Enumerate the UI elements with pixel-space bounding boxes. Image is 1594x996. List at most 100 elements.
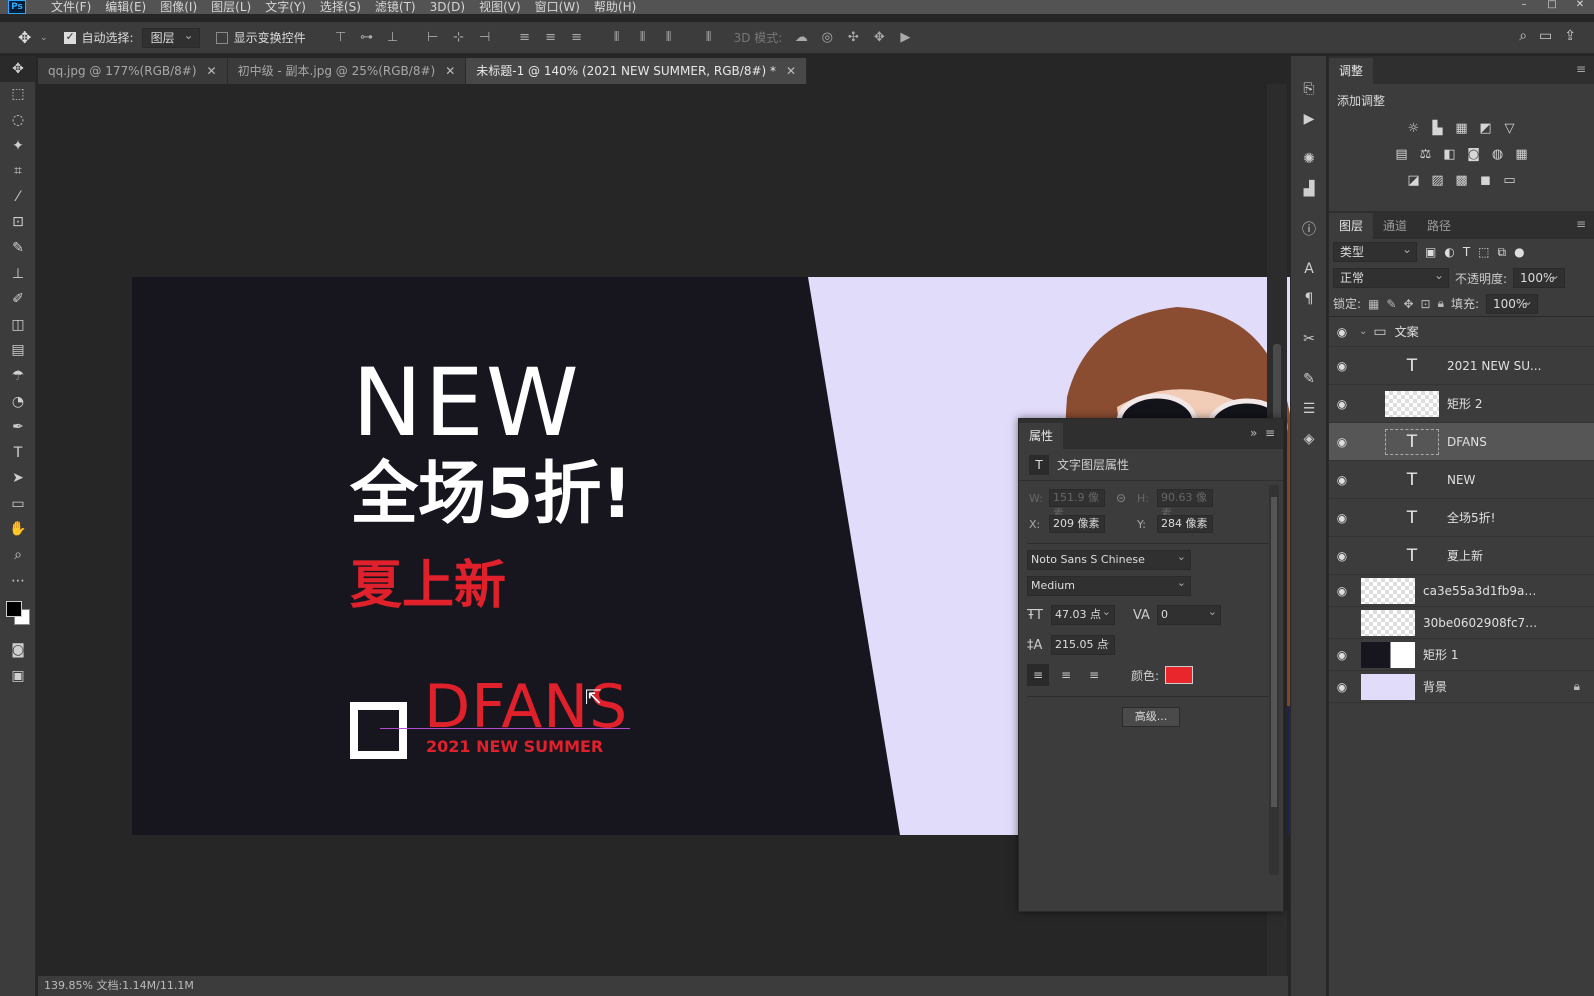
tracking-field[interactable]: 0 bbox=[1157, 603, 1221, 625]
distribute-left-icon[interactable]: ⫴ bbox=[604, 28, 630, 48]
paragraph-icon[interactable]: ¶ bbox=[1291, 284, 1327, 314]
screen-mode-icon[interactable]: ▣ bbox=[0, 663, 36, 689]
info-icon[interactable]: ⓘ bbox=[1291, 214, 1327, 244]
invert-icon[interactable]: ◪ bbox=[1405, 173, 1423, 188]
type-tool-icon[interactable]: T bbox=[0, 440, 36, 466]
orbit-3d-icon[interactable]: ☁ bbox=[788, 28, 814, 48]
color-swatches[interactable] bbox=[0, 593, 36, 637]
levels-icon[interactable]: ▙ bbox=[1429, 121, 1447, 136]
eyedropper-tool-icon[interactable]: ⁄ bbox=[0, 184, 36, 210]
eye-icon[interactable]: ◉ bbox=[1329, 648, 1355, 662]
menu-image[interactable]: 图像(I) bbox=[153, 0, 204, 14]
more-tools-icon[interactable]: ⋯ bbox=[0, 568, 36, 594]
roll-3d-icon[interactable]: ◎ bbox=[814, 28, 840, 48]
tab-adjustments[interactable]: 调整 bbox=[1329, 58, 1374, 84]
slide-3d-icon[interactable]: ✥ bbox=[866, 28, 892, 48]
move-tool-icon[interactable]: ✥ bbox=[0, 56, 36, 82]
vibrance-icon[interactable]: ▽ bbox=[1501, 121, 1519, 136]
close-icon[interactable]: ✕ bbox=[1566, 0, 1594, 14]
panel-menu-icon[interactable]: ≡ bbox=[1576, 217, 1586, 231]
lock-artboard-icon[interactable]: ⊡ bbox=[1421, 297, 1431, 311]
align-left-icon[interactable]: ⊢ bbox=[420, 28, 446, 48]
hue-saturation-icon[interactable]: ▤ bbox=[1393, 147, 1411, 162]
advanced-button[interactable]: 高级... bbox=[1122, 707, 1180, 727]
layer-row[interactable]: ◉ 矩形 1 bbox=[1329, 639, 1594, 671]
layer-row-background[interactable]: ◉ 背景 🔒︎ bbox=[1329, 671, 1594, 703]
align-top-icon[interactable]: ⊤ bbox=[328, 28, 354, 48]
menu-file[interactable]: 文件(F) bbox=[44, 0, 98, 14]
eye-icon[interactable]: ◉ bbox=[1329, 325, 1355, 339]
brightness-icon[interactable]: ☼ bbox=[1405, 121, 1423, 136]
y-field[interactable]: 284 像素 bbox=[1157, 515, 1213, 533]
brush-tool-icon[interactable]: ✎ bbox=[0, 235, 36, 261]
eye-icon[interactable]: ◉ bbox=[1329, 680, 1355, 694]
brush-settings-icon[interactable]: ✎ bbox=[1291, 364, 1327, 394]
eye-icon[interactable]: ◉ bbox=[1329, 473, 1355, 487]
menu-3d[interactable]: 3D(D) bbox=[423, 0, 472, 14]
actions-icon[interactable]: ▶ bbox=[1291, 104, 1327, 134]
tab-layers[interactable]: 图层 bbox=[1329, 213, 1374, 239]
width-field[interactable]: 151.9 像素 bbox=[1049, 489, 1105, 520]
panel-menu-icon[interactable]: ≡ bbox=[1576, 62, 1586, 76]
distribute-top-icon[interactable]: ≡ bbox=[512, 28, 538, 48]
distribute-right-icon[interactable]: ⫴ bbox=[656, 28, 682, 48]
magic-wand-tool-icon[interactable]: ✦ bbox=[0, 133, 36, 159]
layer-row[interactable]: ◉ T 全场5折! bbox=[1329, 499, 1594, 537]
crop-tool-icon[interactable]: ⌗ bbox=[0, 158, 36, 184]
font-style-dropdown[interactable]: Medium bbox=[1027, 574, 1191, 596]
photo-filter-icon[interactable]: ◙ bbox=[1465, 147, 1483, 162]
fill-field[interactable]: 100% bbox=[1486, 292, 1539, 314]
exposure-icon[interactable]: ◩ bbox=[1477, 121, 1495, 136]
font-size-field[interactable]: 47.03 点 bbox=[1051, 603, 1115, 625]
align-vcenter-icon[interactable]: ⊶ bbox=[354, 28, 380, 48]
quick-mask-icon[interactable]: ◙ bbox=[0, 637, 36, 663]
hand-tool-icon[interactable]: ✋ bbox=[0, 517, 36, 543]
align-right-icon[interactable]: ≡ bbox=[1083, 664, 1105, 686]
filter-smart-icon[interactable]: ⧉ bbox=[1498, 245, 1507, 260]
filter-shape-icon[interactable]: ⬚ bbox=[1478, 245, 1489, 259]
auto-select-checkbox[interactable] bbox=[63, 30, 76, 44]
collapse-menu-icon[interactable]: » ≡ bbox=[1250, 426, 1275, 440]
align-right-icon[interactable]: ⊣ bbox=[472, 28, 498, 48]
smudge-tool-icon[interactable]: ☂ bbox=[0, 363, 36, 389]
auto-select-dropdown[interactable]: 图层 bbox=[141, 26, 200, 48]
distribute-vcenter-icon[interactable]: ≡ bbox=[538, 28, 564, 48]
tools-settings-icon[interactable]: ✂ bbox=[1291, 324, 1327, 354]
search-icon[interactable]: ⌕ bbox=[1519, 28, 1527, 44]
layer-row[interactable]: ◉ 矩形 2 bbox=[1329, 385, 1594, 423]
tab-untitled[interactable]: 未标题-1 @ 140% (2021 NEW SUMMER, RGB/8#) *… bbox=[466, 58, 808, 84]
color-lookup-icon[interactable]: ▦ bbox=[1513, 147, 1531, 162]
text-color-swatch[interactable] bbox=[1165, 666, 1194, 684]
histogram-icon[interactable]: ▟ bbox=[1291, 174, 1327, 204]
threshold-icon[interactable]: ▩ bbox=[1453, 173, 1471, 188]
lock-pixels-icon[interactable]: ✎ bbox=[1386, 297, 1396, 311]
channel-mixer-icon[interactable]: ◍ bbox=[1489, 147, 1507, 162]
color-balance-icon[interactable]: ⚖ bbox=[1417, 147, 1435, 162]
curves-icon[interactable]: ▦ bbox=[1453, 121, 1471, 136]
zoom-tool-icon[interactable]: ⌕ bbox=[0, 542, 36, 568]
gradient-tool-icon[interactable]: ▤ bbox=[0, 338, 36, 364]
eraser-tool-icon[interactable]: ◫ bbox=[0, 312, 36, 338]
align-center-icon[interactable]: ≡ bbox=[1055, 664, 1077, 686]
leading-field[interactable]: 215.05 点 bbox=[1051, 633, 1115, 655]
eye-icon[interactable]: ◉ bbox=[1329, 435, 1355, 449]
align-bottom-icon[interactable]: ⊥ bbox=[380, 28, 406, 48]
lock-position-icon[interactable]: ✥ bbox=[1403, 297, 1413, 311]
menu-view[interactable]: 视图(V) bbox=[472, 0, 528, 14]
pen-tool-icon[interactable]: ✒ bbox=[0, 414, 36, 440]
menu-layer[interactable]: 图层(L) bbox=[204, 0, 258, 14]
black-white-icon[interactable]: ◧ bbox=[1441, 147, 1459, 162]
menu-help[interactable]: 帮助(H) bbox=[587, 0, 643, 14]
tab-qq[interactable]: qq.jpg @ 177%(RGB/8#) ✕ bbox=[38, 58, 228, 84]
camera-3d-icon[interactable]: ▶ bbox=[892, 28, 918, 48]
eye-icon[interactable]: ◉ bbox=[1329, 511, 1355, 525]
lasso-tool-icon[interactable]: ◌ bbox=[0, 107, 36, 133]
chevron-down-icon[interactable]: ⌄ bbox=[1359, 326, 1367, 337]
menu-select[interactable]: 选择(S) bbox=[313, 0, 368, 14]
move-tool-icon[interactable]: ✥ bbox=[18, 28, 38, 48]
layer-row[interactable]: ◉ 30be0602908fc7559... bbox=[1329, 607, 1594, 639]
eye-icon[interactable]: ◉ bbox=[1329, 359, 1355, 373]
close-icon[interactable]: ✕ bbox=[445, 58, 455, 84]
eye-icon[interactable]: ◉ bbox=[1329, 549, 1355, 563]
filter-toggle-icon[interactable]: ● bbox=[1514, 245, 1524, 259]
